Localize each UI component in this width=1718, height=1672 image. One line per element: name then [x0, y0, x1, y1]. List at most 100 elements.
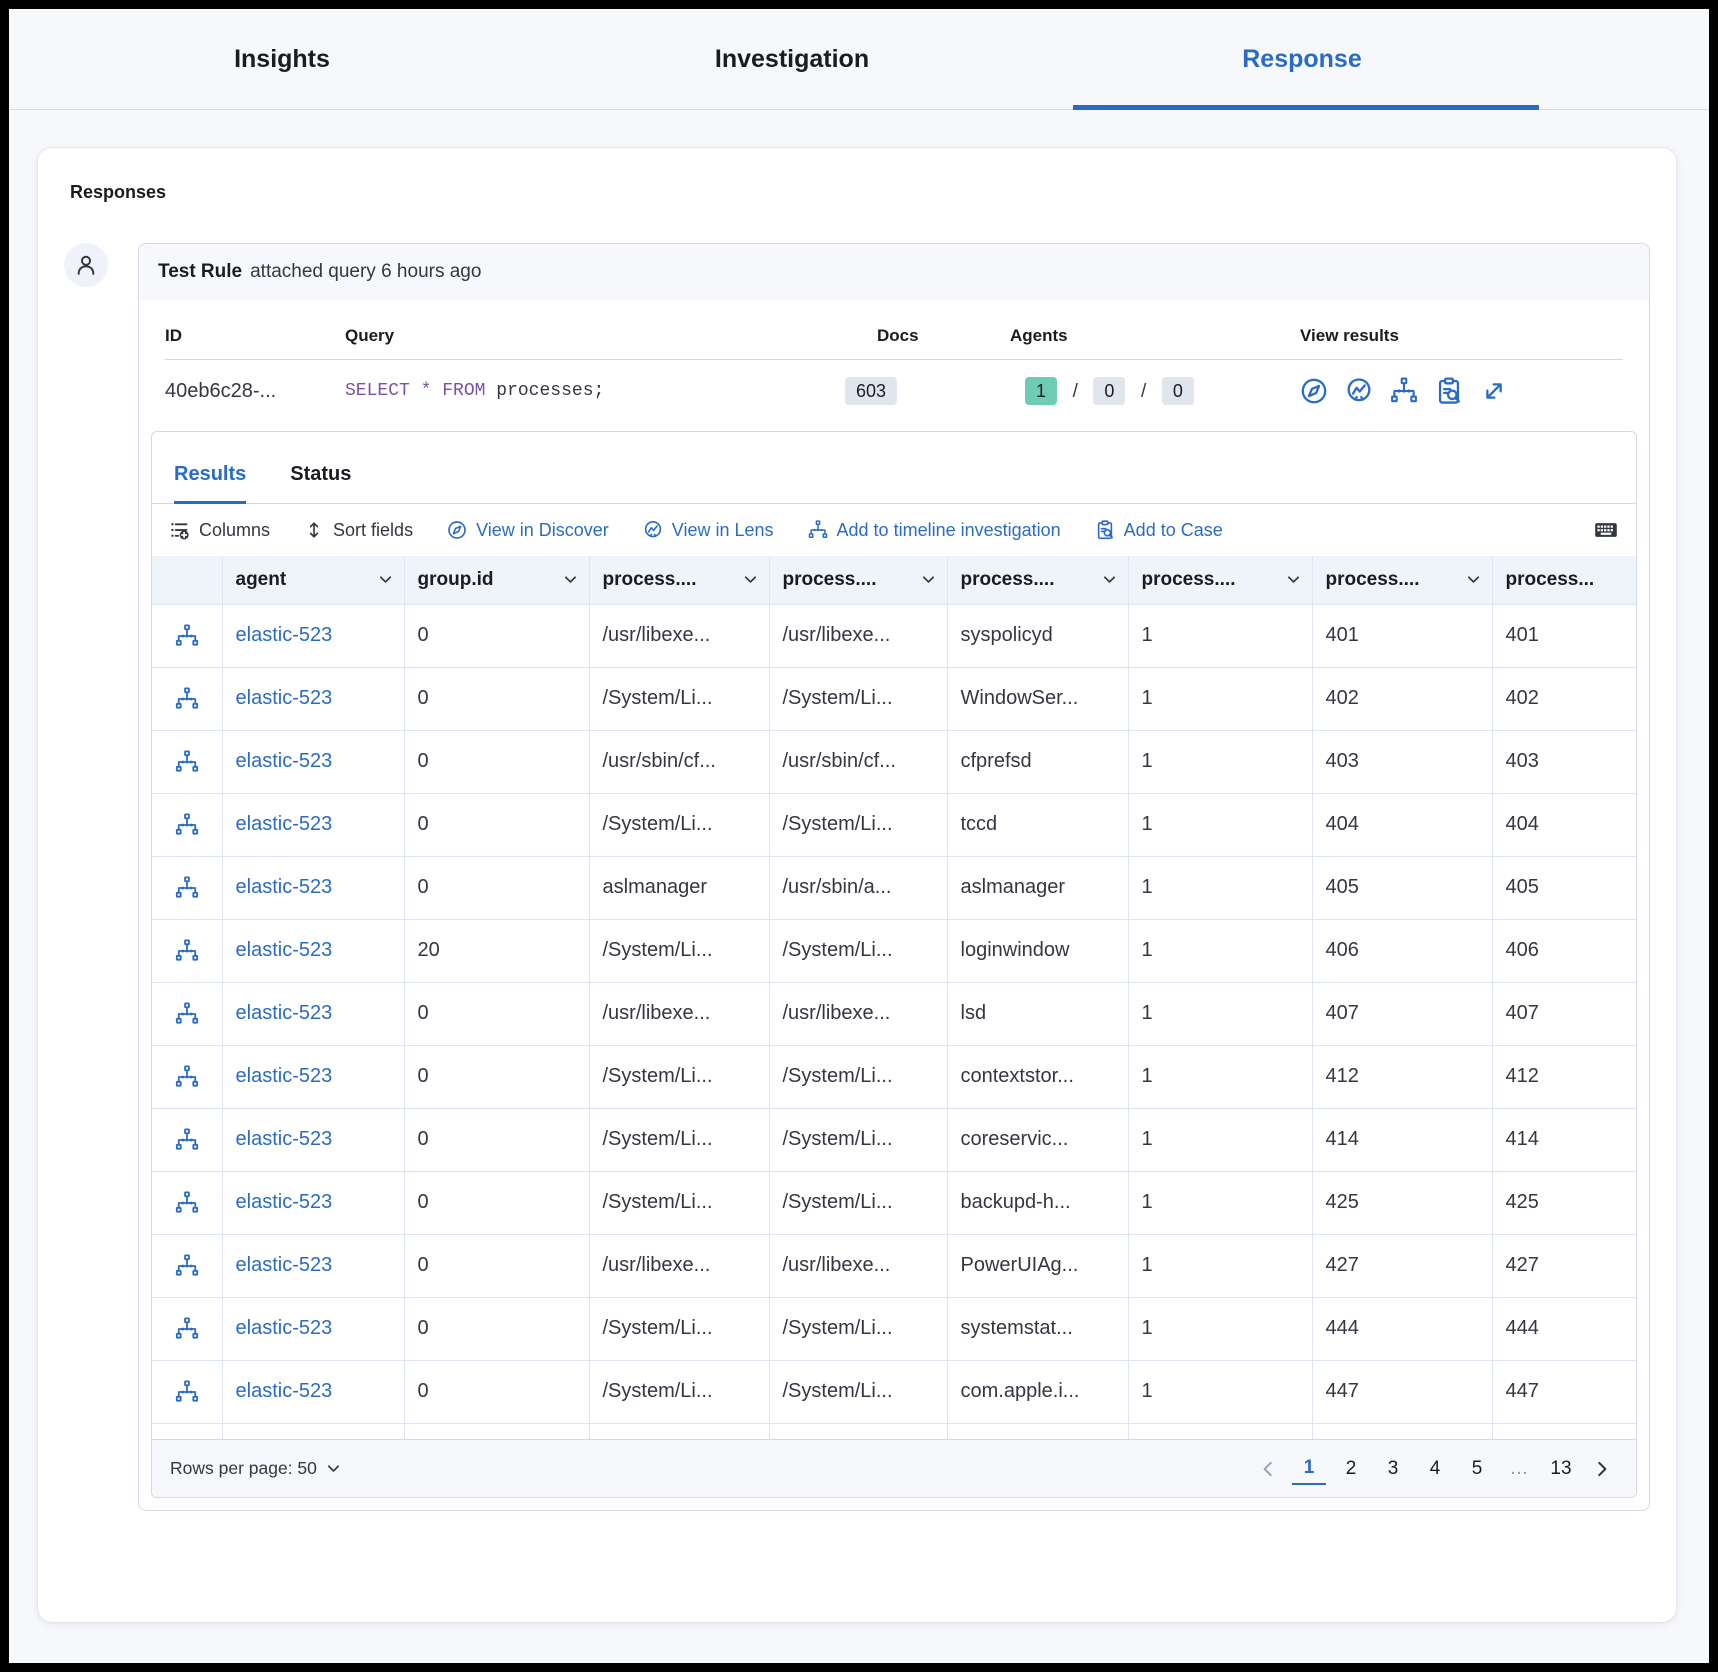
grid-cell: 412 [1312, 1045, 1492, 1108]
cases-icon[interactable] [1435, 377, 1463, 405]
page-number-5[interactable]: 5 [1460, 1454, 1494, 1484]
column-header-agent[interactable]: agent [222, 556, 404, 604]
page-number-2[interactable]: 2 [1334, 1454, 1368, 1484]
agent-link[interactable]: elastic-523 [236, 1380, 333, 1402]
response-accordion-header[interactable]: Test Rule attached query 6 hours ago [139, 244, 1649, 300]
table-row: elastic-5230/usr/libexe.../usr/libexe...… [152, 604, 1636, 667]
timeline-icon[interactable] [175, 1191, 199, 1215]
timeline-icon[interactable] [175, 1128, 199, 1152]
column-header-process....[interactable]: process.... [947, 556, 1128, 604]
timeline-icon[interactable] [175, 1065, 199, 1089]
expand-icon[interactable] [1480, 377, 1508, 405]
agent-link[interactable]: elastic-523 [236, 1002, 333, 1024]
tab-response[interactable]: Response [1047, 9, 1557, 109]
timeline-icon [175, 876, 199, 900]
timeline-icon[interactable] [175, 1380, 199, 1404]
lens-icon[interactable] [1345, 377, 1373, 405]
page-number-1[interactable]: 1 [1292, 1453, 1326, 1485]
column-header-process...[interactable]: process... [1492, 556, 1636, 604]
previous-page-button[interactable] [1252, 1459, 1284, 1479]
row-timeline-cell [152, 856, 222, 919]
column-header-process....[interactable]: process.... [1312, 556, 1492, 604]
timeline-icon[interactable] [175, 813, 199, 837]
grid-cell: 427 [1492, 1234, 1636, 1297]
rows-per-page-button[interactable]: Rows per page: 50 [170, 1458, 342, 1479]
tab-investigation[interactable]: Investigation [537, 9, 1047, 109]
summary-header-row: ID Query Docs Agents View results [165, 312, 1623, 360]
grid-cell: 407 [1312, 982, 1492, 1045]
grid-cell: 412 [1492, 1045, 1636, 1108]
timeline-icon[interactable] [175, 939, 199, 963]
agent-link[interactable]: elastic-523 [236, 1191, 333, 1213]
response-id: 40eb6c28-... [165, 380, 345, 403]
page-number-4[interactable]: 4 [1418, 1454, 1452, 1484]
grid-cell: 1 [1128, 604, 1312, 667]
grid-cell: 414 [1312, 1108, 1492, 1171]
agent-cell: elastic-523 [222, 856, 404, 919]
view-in-lens-button[interactable]: View in Lens [643, 520, 774, 541]
column-header-process....[interactable]: process.... [1128, 556, 1312, 604]
page-number-3[interactable]: 3 [1376, 1454, 1410, 1484]
timeline-icon [175, 1317, 199, 1341]
agent-link[interactable]: elastic-523 [236, 876, 333, 898]
agent-link[interactable]: elastic-523 [236, 1128, 333, 1150]
grid-cell: 0 [404, 1297, 589, 1360]
columns-button[interactable]: Columns [170, 520, 270, 541]
user-icon [74, 253, 98, 277]
agent-link[interactable]: elastic-523 [236, 687, 333, 709]
grid-cell: 1 [1128, 1360, 1312, 1423]
add-to-timeline-button[interactable]: Add to timeline investigation [808, 520, 1061, 541]
grid-cell: contextstor... [947, 1045, 1128, 1108]
timeline-icon[interactable] [175, 876, 199, 900]
agent-link[interactable]: elastic-523 [236, 750, 333, 772]
timeline-icon[interactable] [175, 624, 199, 648]
timeline-icon[interactable] [175, 1002, 199, 1026]
column-header-group.id[interactable]: group.id [404, 556, 589, 604]
view-in-discover-button[interactable]: View in Discover [447, 520, 609, 541]
timeline-icon [175, 1191, 199, 1215]
agent-link[interactable]: elastic-523 [236, 813, 333, 835]
tab-status[interactable]: Status [290, 463, 351, 503]
grid-cell: /usr/sbin/a... [769, 856, 947, 919]
keyboard-shortcuts-button[interactable] [1594, 518, 1618, 542]
timeline-icon[interactable] [175, 687, 199, 711]
column-header-label: process.... [1326, 569, 1420, 591]
agent-link[interactable]: elastic-523 [236, 624, 333, 646]
tab-insights[interactable]: Insights [27, 9, 537, 109]
grid-cell: 427 [1312, 1234, 1492, 1297]
timeline-icon[interactable] [175, 1317, 199, 1341]
tab-results[interactable]: Results [174, 463, 246, 503]
timeline-icon[interactable] [175, 750, 199, 774]
chevron-down-icon [920, 571, 937, 588]
grid-cell: 0 [404, 1234, 589, 1297]
tab-insights-label: Insights [234, 45, 330, 74]
add-to-case-button[interactable]: Add to Case [1095, 520, 1223, 541]
chevron-down-icon [1101, 571, 1118, 588]
sort-fields-button[interactable]: Sort fields [304, 520, 413, 541]
timeline-icon[interactable] [1390, 377, 1418, 405]
agent-link[interactable]: elastic-523 [236, 939, 333, 961]
table-row: elastic-5230/System/Li.../System/Li...co… [152, 1108, 1636, 1171]
agent-link[interactable]: elastic-523 [236, 1254, 333, 1276]
grid-cell: cfprefsd [947, 730, 1128, 793]
page-number-13[interactable]: 13 [1544, 1454, 1578, 1484]
grid-cell: 0 [404, 793, 589, 856]
agent-link[interactable]: elastic-523 [236, 1317, 333, 1339]
agent-cell: elastic-523 [222, 604, 404, 667]
agent-link[interactable]: elastic-523 [236, 1065, 333, 1087]
timeline-icon[interactable] [175, 1254, 199, 1278]
next-page-button[interactable] [1586, 1459, 1618, 1479]
lens-icon [643, 520, 663, 540]
page-numbers: 12345…13 [1292, 1453, 1578, 1485]
column-header-process....[interactable]: process.... [769, 556, 947, 604]
grid-cell: /System/Li... [769, 1360, 947, 1423]
grid-cell: 447 [1492, 1360, 1636, 1423]
discover-icon[interactable] [1300, 377, 1328, 405]
grid-cell: 1 [1128, 856, 1312, 919]
grid-body: elastic-5230/usr/libexe.../usr/libexe...… [152, 604, 1636, 1439]
timeline-icon [175, 1254, 199, 1278]
table-row: elastic-5230/System/Li.../System/Li...tc… [152, 793, 1636, 856]
column-header-process....[interactable]: process.... [589, 556, 769, 604]
docs-count-badge: 603 [845, 377, 897, 405]
grid-cell: 405 [1312, 856, 1492, 919]
